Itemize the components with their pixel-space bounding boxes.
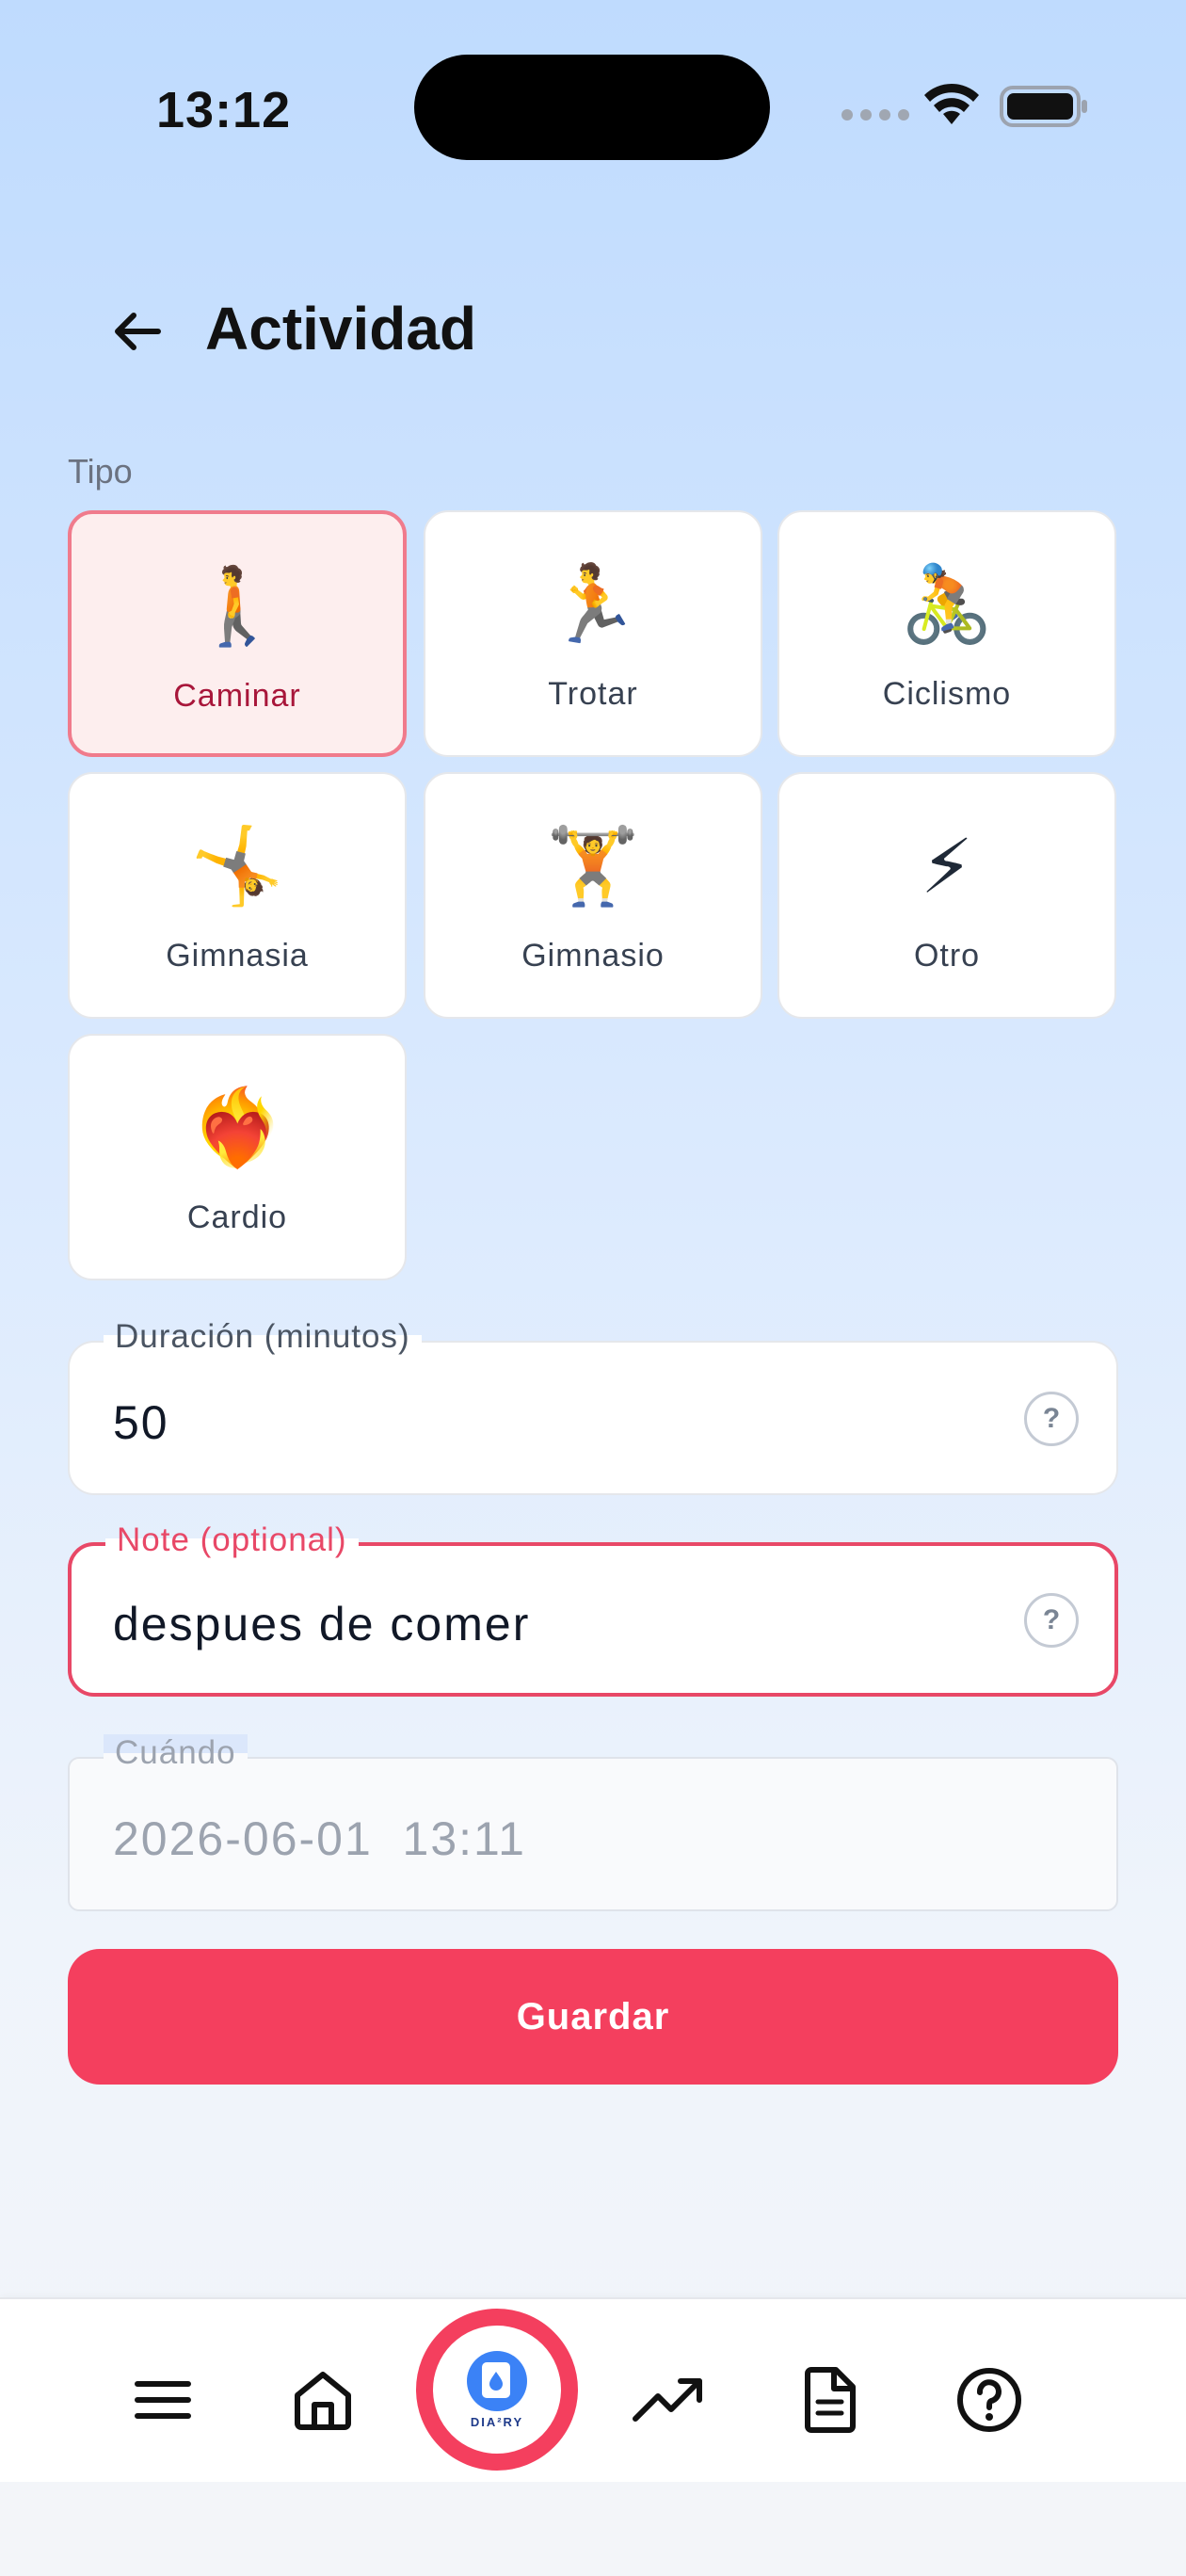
cyclist-icon: 🚴 (900, 562, 994, 646)
activity-tile-label: Otro (913, 938, 981, 974)
activity-tile-label: Ciclismo (882, 676, 1012, 712)
cartwheel-icon: 🤸 (190, 824, 284, 908)
activity-tile-ciclismo[interactable]: 🚴 Ciclismo (777, 510, 1116, 757)
weightlifter-icon: 🏋️ (546, 824, 640, 908)
menu-icon (135, 2381, 191, 2419)
dynamic-island (414, 55, 770, 160)
type-section-label: Tipo (68, 452, 133, 491)
nav-help-button[interactable] (947, 2358, 1032, 2442)
cellular-signal-icon (841, 109, 909, 121)
back-button[interactable] (100, 294, 175, 369)
activity-tile-trotar[interactable]: 🏃 Trotar (424, 510, 762, 757)
status-time: 13:12 (156, 82, 292, 138)
when-field: Cuándo 2026-06-01 13:11 (68, 1734, 1118, 1911)
heart-on-fire-icon: ❤️‍🔥 (190, 1086, 284, 1169)
activity-tile-cardio[interactable]: ❤️‍🔥 Cardio (68, 1034, 407, 1280)
help-circle-icon (957, 2368, 1021, 2432)
trending-up-icon (633, 2378, 702, 2422)
duration-field-label: Duración (minutos) (104, 1318, 422, 1356)
home-indicator-area (0, 2482, 1186, 2576)
diary-center-button[interactable]: DIA²RY (416, 2309, 578, 2471)
activity-tile-label: Gimnasio (521, 938, 665, 974)
diary-logo-text: DIA²RY (470, 2414, 524, 2429)
activity-tile-gimnasio[interactable]: 🏋️ Gimnasio (424, 772, 762, 1019)
duration-field-value[interactable]: 50 (113, 1395, 169, 1450)
note-field-label: Note (optional) (105, 1521, 359, 1559)
nav-trends-button[interactable] (627, 2358, 712, 2442)
walking-person-icon: 🚶 (190, 564, 284, 648)
activity-tile-gimnasia[interactable]: 🤸 Gimnasia (68, 772, 407, 1019)
lightning-icon: ⚡ (920, 824, 974, 909)
note-field-value[interactable]: despues de comer (113, 1597, 530, 1651)
when-field-value: 2026-06-01 13:11 (113, 1812, 526, 1865)
help-icon[interactable]: ? (1024, 1593, 1079, 1648)
wifi-icon (924, 83, 979, 124)
status-bar: 13:12 (0, 0, 1186, 169)
save-button[interactable]: Guardar (68, 1949, 1118, 2085)
note-field[interactable]: Note (optional) despues de comer ? (68, 1521, 1118, 1697)
activity-tile-label: Trotar (548, 676, 638, 712)
activity-tile-label: Gimnasia (166, 938, 309, 974)
activity-tile-otro[interactable]: ⚡ Otro (777, 772, 1116, 1019)
battery-icon (1000, 86, 1087, 127)
nav-menu-button[interactable] (120, 2358, 205, 2442)
activity-tile-label: Cardio (186, 1199, 288, 1235)
help-icon[interactable]: ? (1024, 1392, 1079, 1446)
nav-documents-button[interactable] (787, 2358, 872, 2442)
activity-tile-label: Caminar (173, 678, 301, 714)
arrow-left-icon (115, 313, 161, 350)
page-title: Actividad (205, 295, 477, 362)
bottom-navigation (0, 2297, 1186, 2482)
when-field-label: Cuándo (104, 1734, 248, 1772)
activity-tile-caminar[interactable]: 🚶 Caminar (68, 510, 407, 757)
diary-logo-icon (467, 2350, 527, 2411)
home-icon (295, 2372, 351, 2430)
running-person-icon: 🏃 (546, 562, 640, 646)
duration-field[interactable]: Duración (minutos) 50 ? (68, 1318, 1118, 1495)
document-icon (805, 2367, 856, 2433)
nav-home-button[interactable] (280, 2358, 365, 2442)
